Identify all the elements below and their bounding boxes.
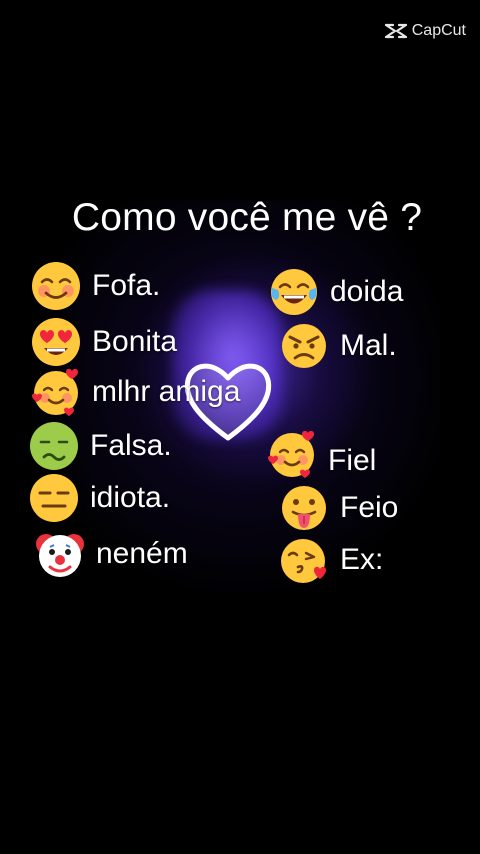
item-label: Ex: bbox=[340, 543, 384, 576]
list-item: Bonita bbox=[30, 316, 177, 368]
smiling-blush-emoji bbox=[32, 262, 80, 310]
capcut-watermark: CapCut bbox=[384, 22, 466, 40]
item-label: Mal. bbox=[340, 329, 397, 362]
list-item: mlhr amiga bbox=[30, 366, 240, 418]
tongue-out-emoji bbox=[282, 486, 326, 530]
list-item: doida bbox=[268, 266, 403, 318]
list-item: Mal. bbox=[278, 320, 397, 372]
clown-face-emoji bbox=[36, 534, 84, 577]
watermark-brand: CapCut bbox=[411, 22, 466, 39]
capcut-logo-icon bbox=[384, 23, 407, 39]
list-item: Fofa. bbox=[30, 260, 160, 312]
smiling-with-hearts-emoji bbox=[32, 368, 78, 416]
list-item: Falsa. bbox=[28, 420, 172, 472]
item-label: doida bbox=[330, 275, 404, 308]
item-label: Feio bbox=[340, 491, 399, 524]
item-label: Falsa. bbox=[90, 429, 172, 462]
item-label: Bonita bbox=[92, 325, 178, 358]
tears-of-joy-emoji bbox=[271, 269, 317, 315]
item-label: neném bbox=[96, 537, 188, 570]
kissing-heart-emoji bbox=[281, 539, 326, 583]
list-item: Fiel bbox=[266, 428, 376, 480]
list-item: neném bbox=[34, 528, 188, 580]
page-title: Como você me vê ? bbox=[71, 196, 423, 239]
list-item: Feio bbox=[278, 482, 398, 534]
nauseated-face-emoji bbox=[30, 422, 78, 470]
smiling-with-hearts-emoji bbox=[268, 430, 314, 478]
item-label: mlhr amiga bbox=[92, 375, 241, 408]
list-item: Ex: bbox=[278, 534, 383, 586]
item-label: Fiel bbox=[328, 444, 377, 477]
item-label: idiota. bbox=[90, 481, 171, 514]
angry-face-emoji bbox=[282, 324, 326, 368]
list-item: idiota. bbox=[28, 472, 170, 524]
expressionless-face-emoji bbox=[30, 474, 78, 522]
item-label: Fofa. bbox=[92, 269, 161, 302]
video-frame: CapCut Como você me vê ? Fofa. Bonita ml… bbox=[0, 0, 480, 854]
heart-eyes-emoji bbox=[32, 318, 80, 366]
